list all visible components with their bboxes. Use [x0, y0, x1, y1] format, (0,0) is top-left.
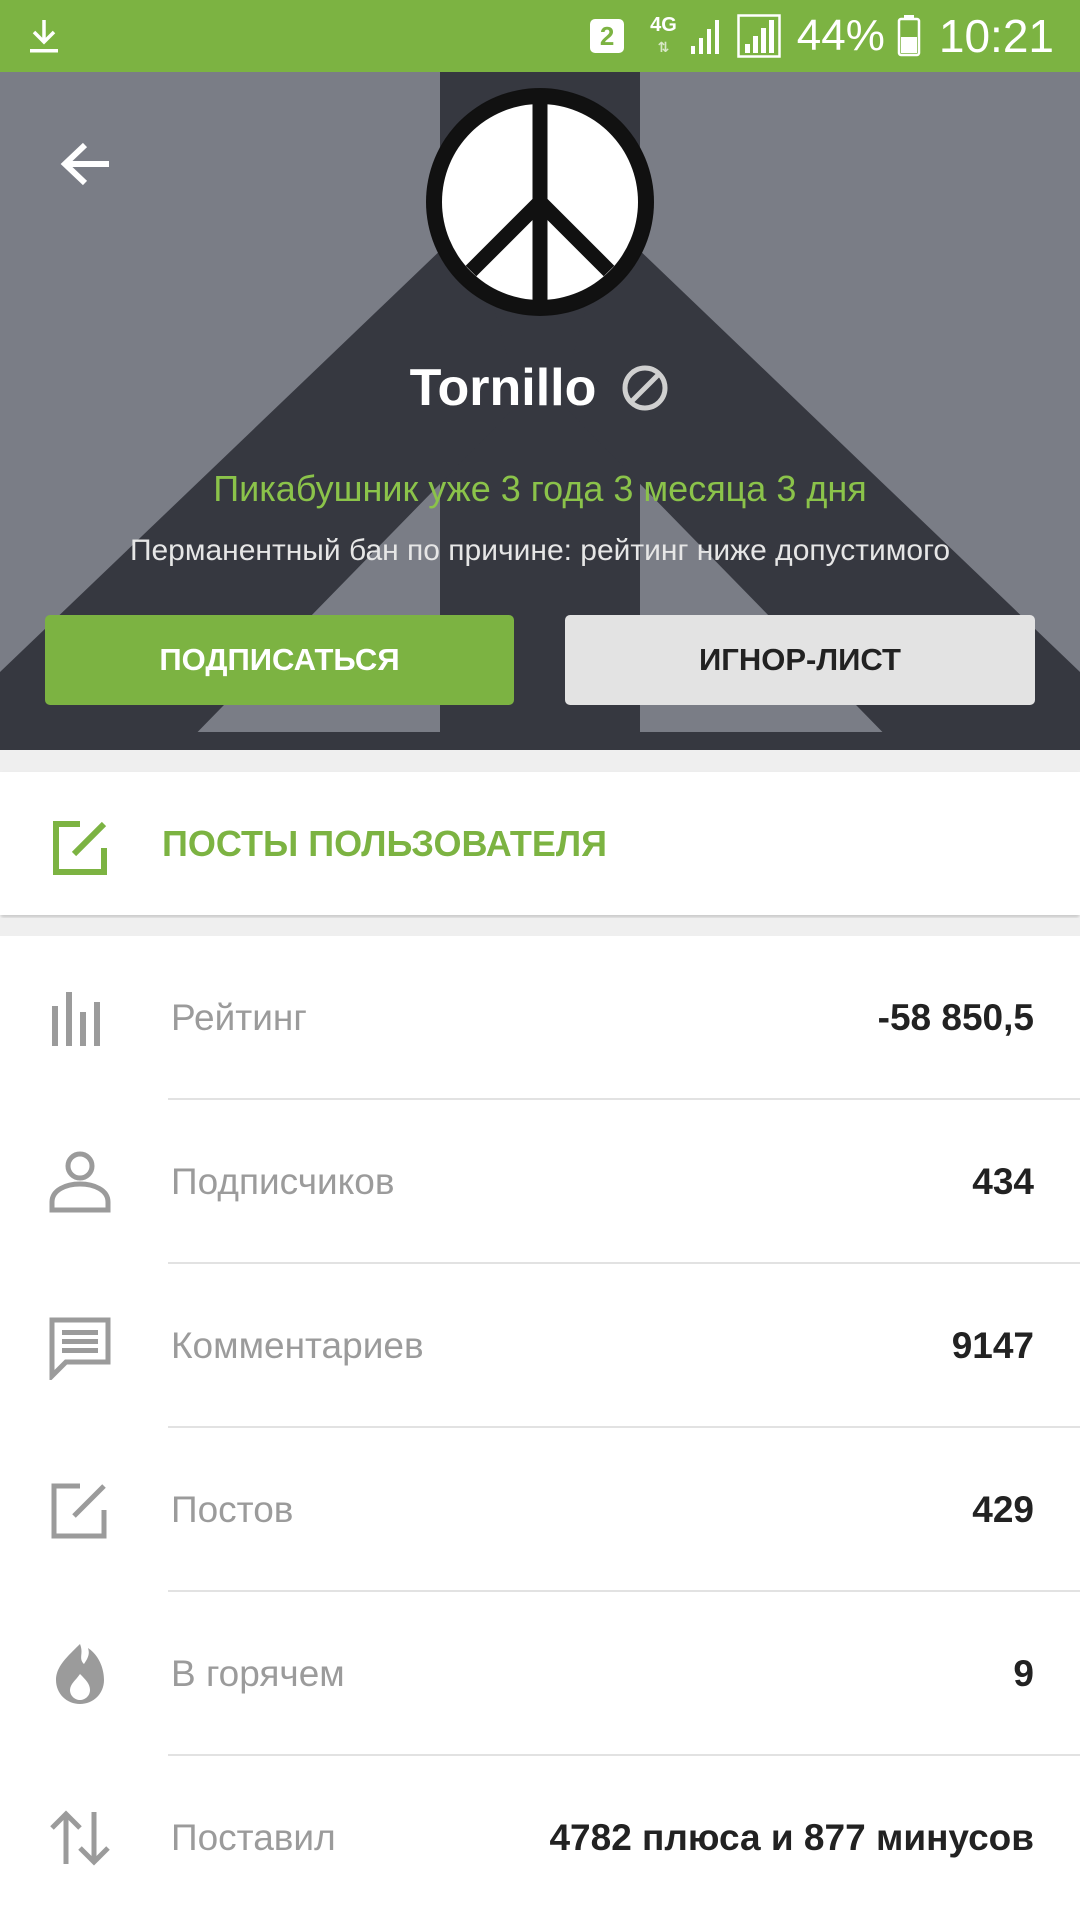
section-separator	[0, 918, 1080, 936]
back-button[interactable]	[44, 122, 128, 206]
stat-label: Рейтинг	[171, 997, 307, 1038]
person-icon	[49, 1151, 111, 1213]
user-posts-label: ПОСТЫ ПОЛЬЗОВАТЕЛЯ	[162, 822, 608, 864]
signal-icon	[690, 20, 719, 54]
battery-percent: 44%	[796, 11, 885, 60]
bar-chart-icon	[52, 992, 100, 1046]
stat-rating: Рейтинг -58 850,5	[0, 936, 1080, 1100]
stat-value: 429	[972, 1489, 1034, 1530]
stat-label: Поставил	[171, 1817, 336, 1858]
stat-posts[interactable]: Постов 429	[0, 1428, 1080, 1592]
stat-label: В горячем	[171, 1653, 345, 1694]
stat-label: Комментариев	[171, 1325, 424, 1366]
user-posts-row[interactable]: ПОСТЫ ПОЛЬЗОВАТЕЛЯ	[0, 772, 1080, 915]
stat-value: 434	[972, 1161, 1034, 1202]
comment-icon	[49, 1317, 111, 1380]
clock: 10:21	[938, 10, 1054, 62]
status-bar: 2 4G ⇅ 44% 10:21	[0, 0, 1080, 72]
edit-icon	[51, 1483, 107, 1539]
stat-subscribers[interactable]: Подписчиков 434	[0, 1100, 1080, 1264]
stat-comments[interactable]: Комментариев 9147	[0, 1264, 1080, 1428]
username: Tornillo	[409, 359, 597, 417]
flame-icon	[56, 1644, 104, 1704]
ban-icon	[622, 365, 668, 411]
stat-value: 9	[1013, 1653, 1034, 1694]
battery-icon	[897, 15, 921, 57]
stat-value: -58 850,5	[877, 997, 1034, 1038]
edit-icon	[53, 821, 107, 875]
swap-vertical-icon	[50, 1810, 110, 1866]
ban-reason-text: Перманентный бан по причине: рейтинг ниж…	[129, 534, 951, 567]
profile-header: Tornillo Пикабушник уже 3 года 3 месяца …	[0, 72, 1080, 750]
download-icon	[30, 20, 58, 53]
username-row: Tornillo	[0, 358, 1080, 418]
signal-framed-icon	[737, 14, 781, 58]
tenure-text: Пикабушник уже 3 года 3 месяца 3 дня	[213, 468, 867, 509]
avatar[interactable]	[426, 88, 654, 316]
stat-label: Постов	[171, 1489, 294, 1530]
section-separator	[0, 750, 1080, 772]
stat-label: Подписчиков	[171, 1161, 395, 1202]
stat-value: 9147	[951, 1325, 1034, 1366]
stat-value: 4782 плюса и 877 минусов	[549, 1817, 1034, 1858]
peace-sign-icon	[427, 89, 653, 315]
stat-votes: Поставил 4782 плюса и 877 минусов	[0, 1756, 1080, 1920]
network-type: 4G ⇅	[650, 14, 677, 55]
arrow-back-icon	[60, 142, 109, 186]
stats-list: Рейтинг -58 850,5 Подписчиков 434 Коммен…	[0, 936, 1080, 1920]
sim-badge: 2	[590, 19, 625, 53]
ignore-list-button[interactable]: ИГНОР-ЛИСТ	[565, 615, 1035, 705]
subscribe-button[interactable]: ПОДПИСАТЬСЯ	[45, 615, 514, 705]
stat-hot[interactable]: В горячем 9	[0, 1592, 1080, 1756]
